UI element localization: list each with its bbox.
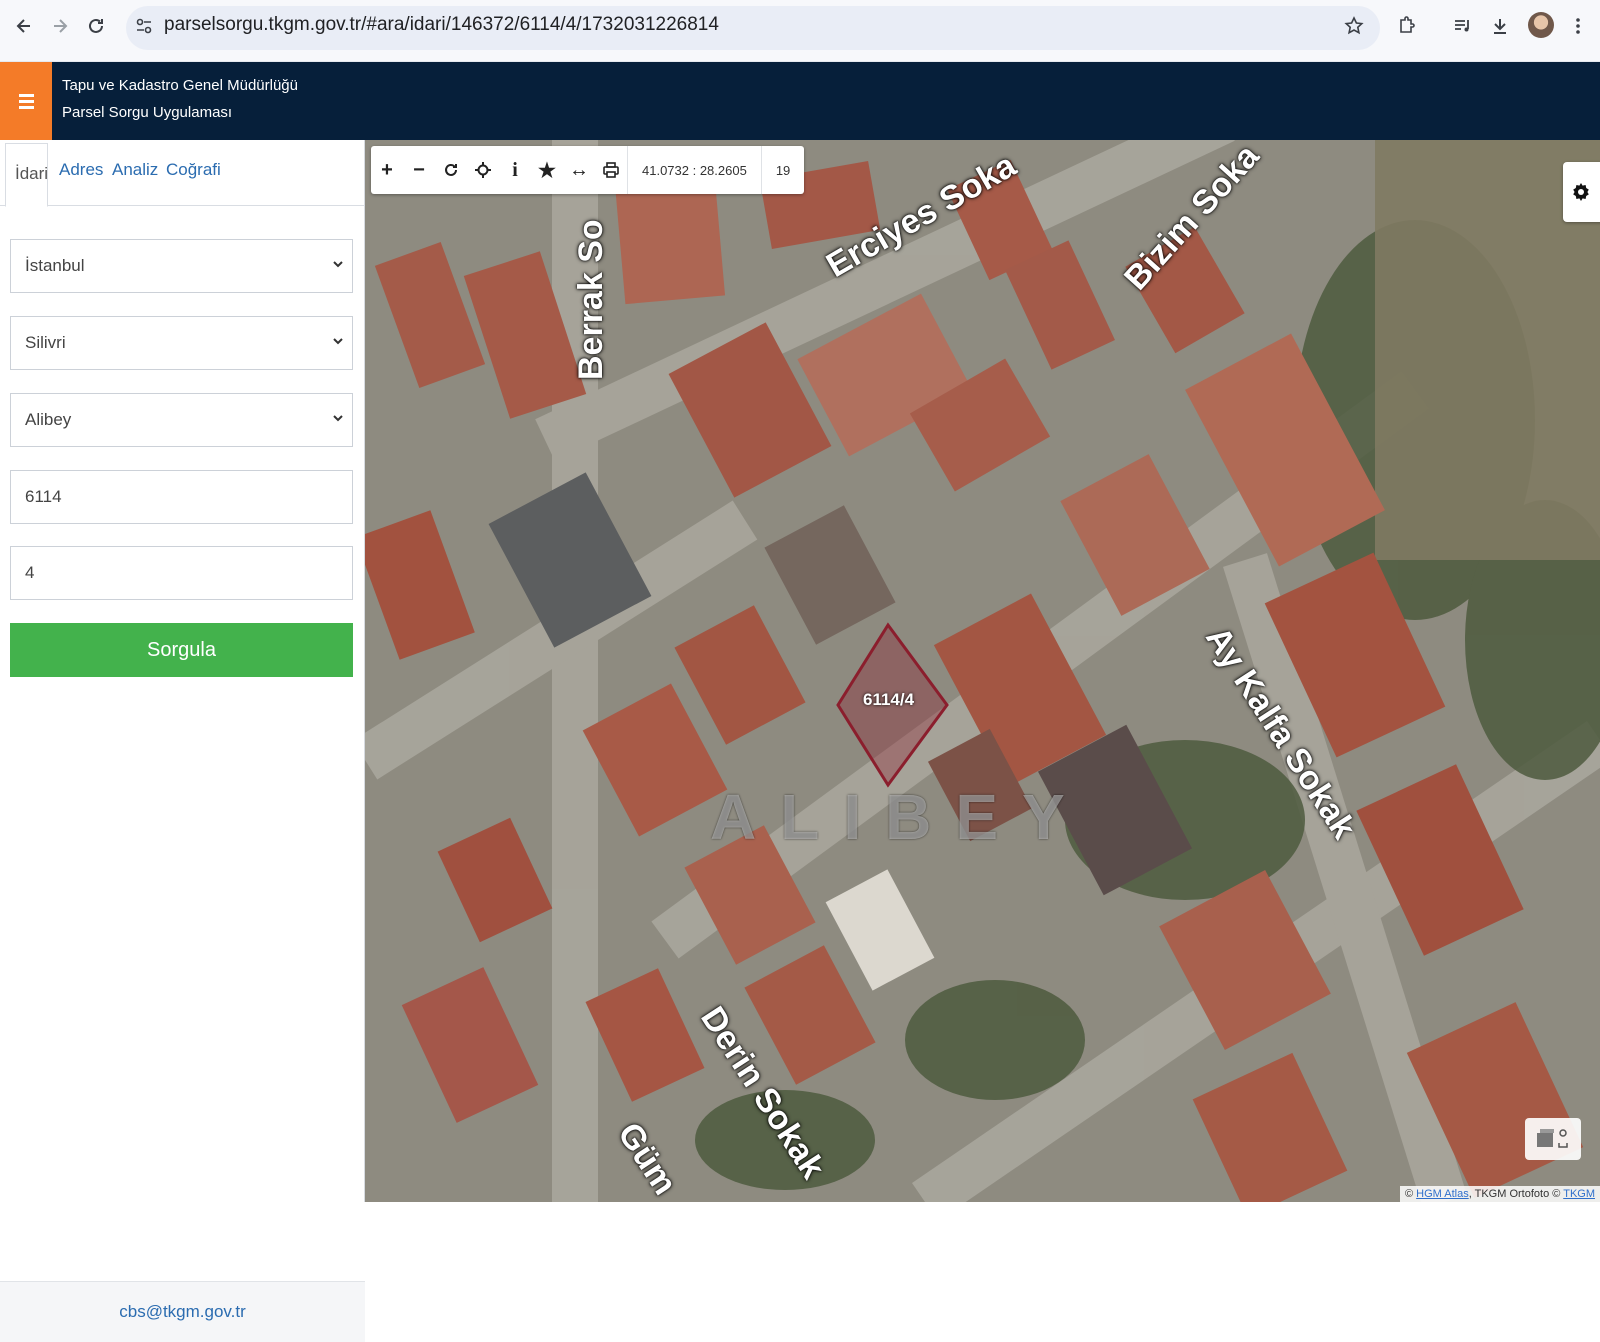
district-select[interactable]: Silivri (10, 316, 353, 370)
org-title: Tapu ve Kadastro Genel Müdürlüğü (62, 77, 298, 94)
hamburger-menu-icon[interactable] (0, 62, 52, 140)
chevron-down-icon (333, 415, 343, 422)
reload-icon[interactable] (80, 10, 112, 42)
zoom-out-icon[interactable]: − (403, 146, 435, 194)
site-settings-icon[interactable] (128, 10, 160, 42)
contact-email-link[interactable]: cbs@tkgm.gov.tr (119, 1302, 246, 1322)
search-tabs: İdari Adres Analiz Coğrafi (0, 140, 365, 207)
zoom-level: 19 (760, 146, 804, 194)
hgm-atlas-link[interactable]: HGM Atlas (1416, 1188, 1469, 1200)
url-text: parselsorgu.tkgm.gov.tr/#ara/idari/14637… (164, 14, 719, 35)
forward-icon[interactable] (44, 10, 76, 42)
attribution-mid: , TKGM Ortofoto © (1468, 1188, 1564, 1200)
tab-analiz[interactable]: Analiz (112, 160, 158, 180)
layers-icon (1537, 1129, 1568, 1148)
neighborhood-select[interactable]: Alibey (10, 393, 353, 447)
zoom-in-icon[interactable]: + (371, 146, 403, 194)
locate-icon[interactable] (467, 146, 499, 194)
query-button[interactable]: Sorgula (10, 623, 353, 677)
attribution-prefix: © (1404, 1188, 1417, 1200)
browser-menu-icon[interactable] (1562, 10, 1594, 42)
parcel-map-label: 6114/4 (863, 690, 915, 709)
extensions-icon[interactable] (1390, 10, 1422, 42)
panel-footer: cbs@tkgm.gov.tr (0, 1281, 365, 1342)
media-queue-icon[interactable] (1446, 10, 1478, 42)
tab-adres[interactable]: Adres (59, 160, 103, 180)
search-panel: İdari Adres Analiz Coğrafi İstanbul Sili… (0, 140, 365, 1342)
download-icon[interactable] (1484, 10, 1516, 42)
settings-gear-icon[interactable] (1563, 162, 1600, 222)
province-value: İstanbul (25, 256, 85, 275)
map-view[interactable]: Erciyes Soka Bizim Soka Berrak So Ay Kal… (365, 140, 1600, 1202)
measure-icon[interactable]: ↔ (563, 146, 595, 194)
map-attribution: © HGM Atlas, TKGM Ortofoto © TKGM (1399, 1186, 1600, 1202)
neighborhood-value: Alibey (25, 410, 72, 429)
info-icon[interactable]: i (499, 146, 531, 194)
tab-idari[interactable]: İdari (5, 143, 48, 207)
parcel-input[interactable]: 4 (10, 546, 353, 600)
star-icon[interactable]: ★ (531, 146, 563, 194)
block-input[interactable]: 6114 (10, 470, 353, 524)
print-icon[interactable] (595, 146, 627, 194)
refresh-icon[interactable] (435, 146, 467, 194)
profile-avatar[interactable] (1528, 12, 1554, 38)
bookmark-star-icon[interactable] (1338, 10, 1370, 42)
province-select[interactable]: İstanbul (10, 239, 353, 293)
app-title: Parsel Sorgu Uygulaması (62, 104, 233, 121)
app-header: Tapu ve Kadastro Genel Müdürlüğü Parsel … (0, 62, 1600, 140)
coordinate-readout: 41.0732 : 28.2605 (627, 146, 761, 194)
tkgm-link[interactable]: TKGM (1563, 1188, 1595, 1200)
tab-cografi[interactable]: Coğrafi (166, 160, 221, 180)
satellite-imagery (365, 140, 1600, 1202)
neighborhood-map-label: ALIBEY (710, 781, 1089, 853)
layers-legend-button[interactable] (1525, 1118, 1581, 1160)
parcel-value: 4 (25, 563, 35, 582)
browser-toolbar: parselsorgu.tkgm.gov.tr/#ara/idari/14637… (0, 0, 1600, 62)
block-value: 6114 (25, 487, 62, 506)
back-icon[interactable] (8, 10, 40, 42)
map-toolbar: + − i ★ ↔ 41.0732 : 28.2605 19 (371, 146, 805, 194)
chevron-down-icon (333, 338, 343, 345)
chevron-down-icon (333, 261, 343, 268)
district-value: Silivri (25, 333, 66, 352)
street-label: Berrak So (572, 219, 610, 380)
